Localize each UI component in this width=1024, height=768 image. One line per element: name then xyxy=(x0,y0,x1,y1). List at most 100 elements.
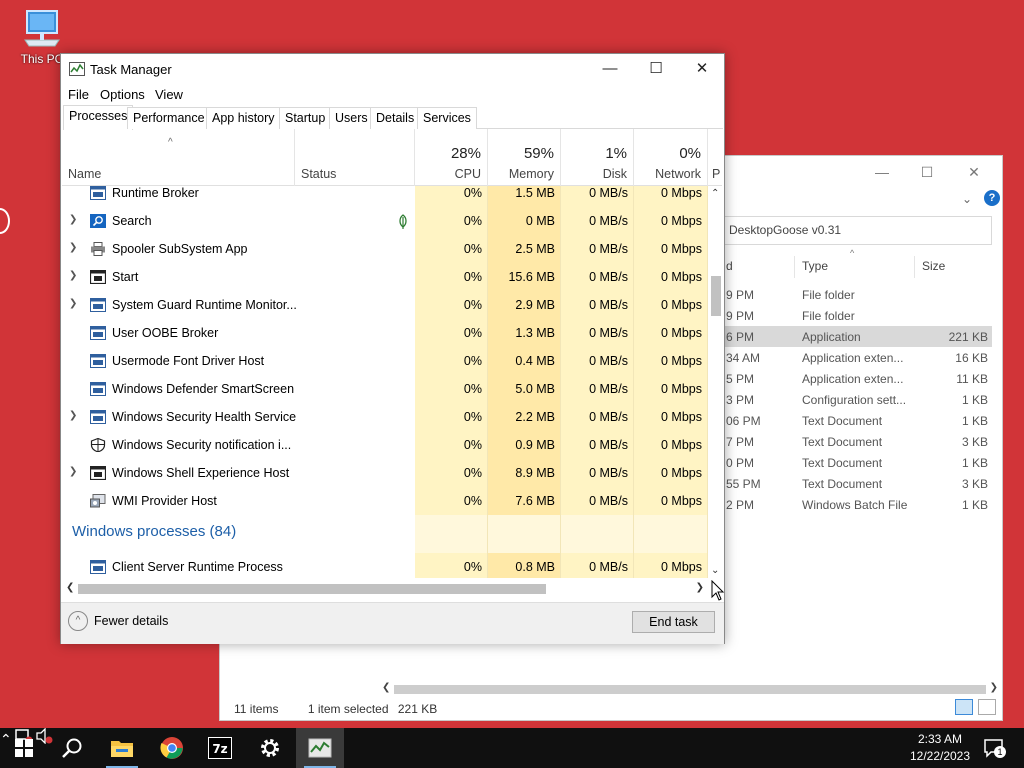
type-column-header[interactable]: Type xyxy=(802,259,828,273)
taskbar-7zip[interactable]: 7z xyxy=(196,728,244,768)
tab-details[interactable]: Details xyxy=(370,107,421,129)
explorer-status-bar: 11 items 1 item selected 221 KB xyxy=(234,702,463,716)
section-header-row[interactable]: Windows processes (84) xyxy=(62,515,708,553)
taskbar-file-explorer[interactable] xyxy=(98,728,146,768)
network-cell: 0 Mbps xyxy=(661,214,702,228)
process-row[interactable]: Runtime Broker 0% 1.5 MB 0 MB/s 0 Mbps xyxy=(62,186,708,207)
task-manager-icon xyxy=(308,738,332,758)
expand-chevron-icon[interactable]: ❯ xyxy=(69,242,77,253)
explorer-type-cell: Text Document xyxy=(802,456,883,470)
scroll-left-icon[interactable]: ❮ xyxy=(382,682,390,693)
column-headers: ^ Name Status 28% CPU 59% Memory 1% Disk… xyxy=(62,129,722,186)
taskbar-settings[interactable] xyxy=(246,728,294,768)
name-column-header[interactable]: ^ Name xyxy=(62,129,295,186)
size-column-header[interactable]: Size xyxy=(922,259,945,273)
status-column-header[interactable]: Status xyxy=(295,129,415,186)
date-column-header[interactable]: d xyxy=(726,259,733,273)
cpu-column-header[interactable]: 28% CPU xyxy=(415,129,488,186)
explorer-maximize-button[interactable]: ☐ xyxy=(907,160,947,184)
disk-column-header[interactable]: 1% Disk xyxy=(561,129,634,186)
expand-chevron-icon[interactable]: ❯ xyxy=(69,214,77,225)
taskbar-chrome[interactable] xyxy=(148,728,196,768)
wmi-icon xyxy=(90,494,106,508)
explorer-close-button[interactable]: ✕ xyxy=(954,160,994,184)
minimize-button[interactable]: — xyxy=(587,54,633,84)
tab-startup[interactable]: Startup xyxy=(279,107,332,129)
menu-options[interactable]: Options xyxy=(100,87,145,102)
view-toggle xyxy=(953,699,996,718)
maximize-button[interactable]: ☐ xyxy=(633,54,679,84)
expand-chevron-icon[interactable]: ❯ xyxy=(69,410,77,421)
memory-cell: 0.8 MB xyxy=(515,560,555,574)
file-row[interactable]: 55 PM Text Document 3 KB xyxy=(720,473,992,494)
process-row[interactable]: ❯ System Guard Runtime Monitor... 0% 2.9 MB… xyxy=(62,291,708,319)
task-manager-window[interactable]: Task Manager — ☐ ✕ File Options View Pro… xyxy=(60,53,725,644)
file-row[interactable]: 2 PM Windows Batch File 1 KB xyxy=(720,494,992,515)
process-row[interactable]: Usermode Font Driver Host 0% 0.4 MB 0 MB/s 0… xyxy=(62,347,708,375)
taskbar-task-manager[interactable] xyxy=(296,728,344,768)
desktop-goose-fragment xyxy=(0,208,10,234)
process-row[interactable]: ❯ Windows Security Health Service 0% 2.2 MB… xyxy=(62,403,708,431)
large-icons-view-button[interactable] xyxy=(978,699,996,715)
details-view-button[interactable] xyxy=(954,699,973,715)
process-row[interactable]: ❯ Start 0% 15.6 MB 0 MB/s 0 Mbps xyxy=(62,263,708,291)
vertical-scroll-thumb[interactable] xyxy=(711,276,721,316)
close-button[interactable]: ✕ xyxy=(679,54,725,84)
file-row[interactable]: 9 PM File folder xyxy=(720,284,992,305)
file-row[interactable]: 0 PM Text Document 1 KB xyxy=(720,452,992,473)
explorer-address-field[interactable]: DesktopGoose v0.31 xyxy=(720,216,992,245)
process-row[interactable]: Windows Security notification i... 0% 0.9 … xyxy=(62,431,708,459)
disk-cell: 0 MB/s xyxy=(589,298,628,312)
file-row[interactable]: 5 PM Application exten... 11 KB xyxy=(720,368,992,389)
file-row[interactable]: 7 PM Text Document 3 KB xyxy=(720,431,992,452)
taskbar-clock[interactable]: 2:33 AM 12/22/2023 xyxy=(908,731,972,765)
expand-chevron-icon[interactable]: ❯ xyxy=(69,466,77,477)
disk-cell: 0 MB/s xyxy=(589,560,628,574)
tab-app-history[interactable]: App history xyxy=(206,107,281,129)
explorer-horizontal-scrollbar[interactable]: ❮ ❯ xyxy=(380,682,1000,697)
ribbon-expand-chevron-icon[interactable]: ⌄ xyxy=(962,192,972,206)
window-title: Task Manager xyxy=(90,62,172,77)
explorer-minimize-button[interactable]: — xyxy=(862,160,902,184)
action-center-button[interactable]: 1 xyxy=(984,738,1006,761)
menu-file[interactable]: File xyxy=(68,87,89,102)
process-row[interactable]: ❯ Search 0% 0 MB 0 MB/s 0 Mbps xyxy=(62,207,708,235)
process-name: User OOBE Broker xyxy=(112,326,219,340)
expand-chevron-icon[interactable]: ❯ xyxy=(69,298,77,309)
network-column-header[interactable]: 0% Network xyxy=(634,129,708,186)
scroll-left-icon[interactable]: ❮ xyxy=(66,582,74,593)
tab-users[interactable]: Users xyxy=(329,107,374,129)
file-row[interactable]: 6 PM Application 221 KB xyxy=(720,326,992,347)
taskbar-search-button[interactable] xyxy=(48,728,96,768)
process-name: Search xyxy=(112,214,152,228)
file-row[interactable]: 34 AM Application exten... 16 KB xyxy=(720,347,992,368)
process-row[interactable]: User OOBE Broker 0% 1.3 MB 0 MB/s 0 Mbps xyxy=(62,319,708,347)
scroll-right-icon[interactable]: ❯ xyxy=(990,682,998,693)
help-icon[interactable]: ? xyxy=(984,190,1000,206)
scroll-right-icon[interactable]: ❯ xyxy=(696,582,704,593)
process-row[interactable]: Client Server Runtime Process 0% 0.8 MB 0 M… xyxy=(62,553,708,578)
tab-services[interactable]: Services xyxy=(417,107,477,129)
memory-column-header[interactable]: 59% Memory xyxy=(488,129,561,186)
file-row[interactable]: 06 PM Text Document 1 KB xyxy=(720,410,992,431)
tab-performance[interactable]: Performance xyxy=(127,107,211,129)
process-row[interactable]: WMI Provider Host 0% 7.6 MB 0 MB/s 0 Mbps xyxy=(62,487,708,515)
horizontal-scroll-thumb[interactable] xyxy=(78,584,546,594)
scroll-down-icon[interactable]: ⌄ xyxy=(711,565,719,576)
menu-view[interactable]: View xyxy=(155,87,183,102)
vertical-scrollbar[interactable]: ⌃ ⌄ xyxy=(709,186,723,578)
horizontal-scrollbar[interactable]: ❮ ❯ xyxy=(64,581,708,597)
end-task-button[interactable]: End task xyxy=(632,611,715,633)
start-button[interactable] xyxy=(0,728,48,768)
scroll-up-icon[interactable]: ⌃ xyxy=(711,188,719,199)
search-icon xyxy=(90,214,106,228)
process-row[interactable]: ❯ Spooler SubSystem App 0% 2.5 MB 0 MB/s 0 Mb… xyxy=(62,235,708,263)
tab-processes[interactable]: Processes xyxy=(63,105,134,130)
explorer-type-cell: Configuration sett... xyxy=(802,393,907,407)
file-row[interactable]: 9 PM File folder xyxy=(720,305,992,326)
process-row[interactable]: ❯ Windows Shell Experience Host 0% 8.9 MB 0 … xyxy=(62,459,708,487)
file-row[interactable]: 3 PM Configuration sett... 1 KB xyxy=(720,389,992,410)
power-column-header[interactable]: P xyxy=(708,129,722,186)
expand-chevron-icon[interactable]: ❯ xyxy=(69,270,77,281)
process-row[interactable]: Windows Defender SmartScreen 0% 5.0 MB 0 MB… xyxy=(62,375,708,403)
